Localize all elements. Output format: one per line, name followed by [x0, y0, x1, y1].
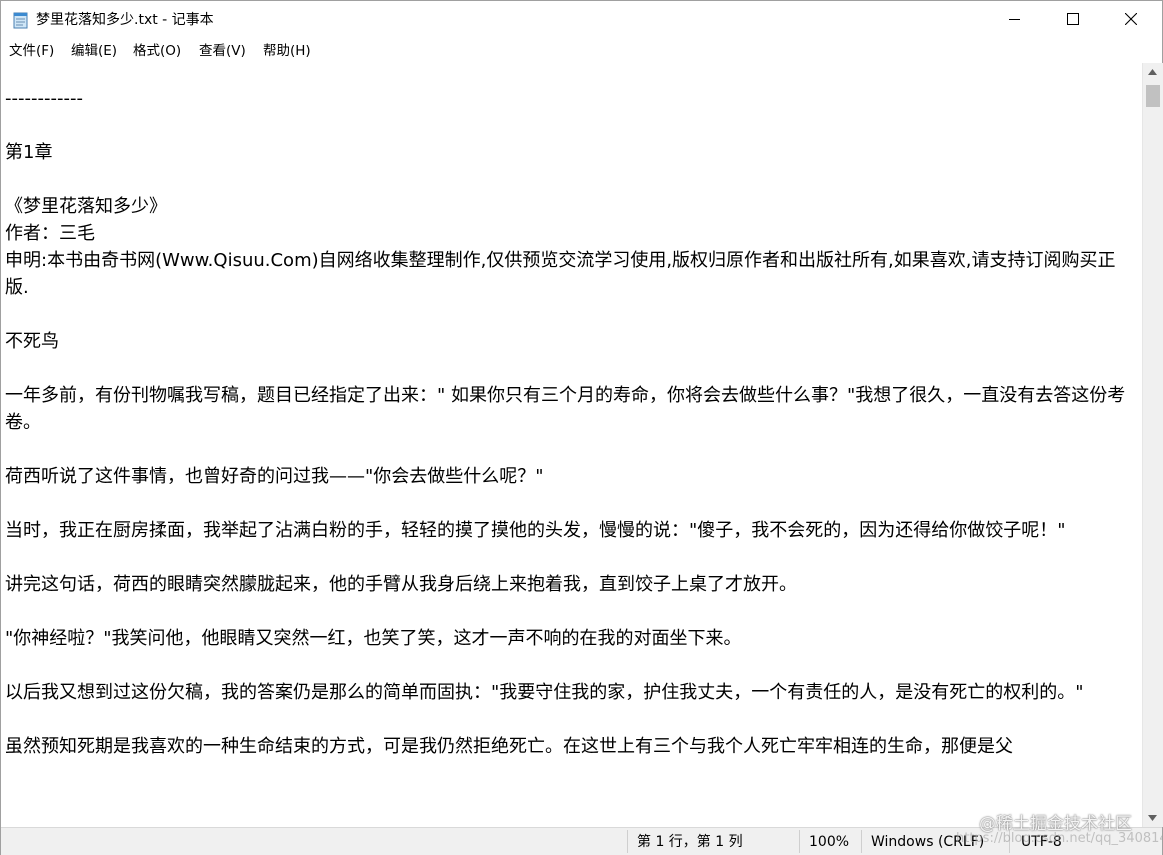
notepad-window: 梦里花落知多少.txt - 记事本 文件(F) 编辑(E) 格式(O) 查看(V…: [0, 0, 1163, 855]
text-line: [5, 706, 1139, 733]
text-line: 当时，我正在厨房揉面，我举起了沾满白粉的手，轻轻的摸了摸他的头发，慢慢的说："傻…: [5, 520, 1066, 541]
text-line: 作者：三毛: [5, 223, 95, 244]
text-line: 虽然预知死期是我喜欢的一种生命结束的方式，可是我仍然拒绝死亡。在这世上有三个与我…: [5, 736, 1013, 757]
menu-file[interactable]: 文件(F): [9, 41, 54, 61]
minimize-button[interactable]: [987, 1, 1045, 39]
status-divider: [627, 830, 628, 853]
text-line: [5, 490, 1139, 517]
scroll-down-icon[interactable]: [1148, 815, 1157, 821]
text-line: 申明:本书由奇书网(Www.Qisuu.Com)自网络收集整理制作,仅供预览交流…: [5, 250, 1116, 298]
text-editor[interactable]: ------------ 第1章《梦里花落知多少》 作者：三毛申明:本书由奇书网(W…: [1, 63, 1142, 827]
text-line: 以后我又想到过这份欠稿，我的答案仍是那么的简单而固执："我要守住我的家，护住我丈…: [5, 682, 1084, 703]
document-text[interactable]: ------------ 第1章《梦里花落知多少》 作者：三毛申明:本书由奇书网(W…: [5, 85, 1139, 760]
text-line: [5, 301, 1139, 328]
menu-edit[interactable]: 编辑(E): [71, 41, 117, 61]
zoom-level: 100%: [809, 834, 850, 850]
text-line: [5, 652, 1139, 679]
text-line: 第1章: [5, 142, 53, 163]
watermark: @稀土掘金技术社区: [979, 814, 1132, 834]
cursor-position: 第 1 行，第 1 列: [637, 834, 743, 850]
window-title: 梦里花落知多少.txt - 记事本: [36, 12, 214, 28]
text-line: [5, 355, 1139, 382]
notepad-icon: [12, 11, 30, 29]
title-bar[interactable]: 梦里花落知多少.txt - 记事本: [1, 1, 1162, 39]
status-divider: [861, 830, 862, 853]
text-line: ------------: [5, 88, 83, 109]
close-button[interactable]: [1103, 1, 1161, 39]
text-line: 《梦里花落知多少》: [5, 196, 167, 217]
scrollbar-thumb[interactable]: [1146, 85, 1160, 107]
text-line: [5, 598, 1139, 625]
maximize-icon: [1067, 13, 1079, 25]
menu-bar: 文件(F) 编辑(E) 格式(O) 查看(V) 帮助(H): [1, 39, 1162, 63]
menu-format[interactable]: 格式(O): [133, 41, 181, 61]
scroll-up-icon[interactable]: [1148, 69, 1157, 75]
text-line: 不死鸟: [5, 331, 59, 352]
text-line: [5, 436, 1139, 463]
text-line: 一年多前，有份刊物嘱我写稿，题目已经指定了出来：" 如果你只有三个月的寿命，你将…: [5, 385, 1126, 433]
text-line: [5, 112, 1139, 139]
text-line: [5, 544, 1139, 571]
maximize-button[interactable]: [1045, 1, 1103, 39]
text-line: [5, 166, 1139, 193]
close-icon: [1125, 13, 1137, 25]
minimize-icon: [1009, 19, 1020, 20]
vertical-scrollbar[interactable]: [1142, 63, 1163, 827]
menu-help[interactable]: 帮助(H): [263, 41, 311, 61]
menu-view[interactable]: 查看(V): [199, 41, 246, 61]
text-line: "你神经啦？"我笑问他，他眼睛又突然一红，也笑了笑，这才一声不响的在我的对面坐下…: [5, 628, 742, 649]
text-line: 讲完这句话，荷西的眼睛突然朦胧起来，他的手臂从我身后绕上来抱着我，直到饺子上桌了…: [5, 574, 797, 595]
text-line: 荷西听说了这件事情，也曾好奇的问过我——"你会去做些什么呢？": [5, 466, 544, 487]
status-divider: [799, 830, 800, 853]
